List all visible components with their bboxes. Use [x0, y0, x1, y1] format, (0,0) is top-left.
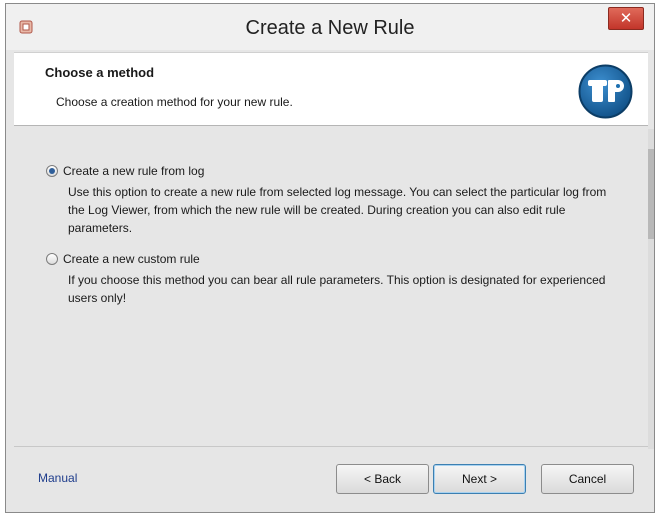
option-label[interactable]: Create a new rule from log: [63, 164, 204, 178]
header-subtitle: Choose a creation method for your new ru…: [56, 95, 293, 109]
scroll-thumb[interactable]: [648, 149, 654, 239]
scrollbar[interactable]: [648, 129, 654, 449]
close-button[interactable]: ✕: [608, 7, 644, 30]
wizard-header: Choose a method Choose a creation method…: [14, 52, 648, 126]
manual-link[interactable]: Manual: [38, 471, 77, 485]
option-description: If you choose this method you can bear a…: [68, 273, 606, 305]
close-icon: ✕: [619, 10, 633, 27]
next-button[interactable]: Next >: [433, 464, 526, 494]
radio-from-log[interactable]: [46, 165, 58, 177]
cancel-button[interactable]: Cancel: [541, 464, 634, 494]
footer-divider: [14, 446, 648, 447]
title-bar[interactable]: Create a New Rule ✕: [6, 4, 654, 50]
option-description: Use this option to create a new rule fro…: [68, 185, 607, 235]
dialog-window: Create a New Rule ✕ Choose a method Choo…: [5, 3, 655, 513]
radio-custom[interactable]: [46, 253, 58, 265]
logo-icon: [577, 63, 634, 120]
header-title: Choose a method: [45, 65, 155, 80]
back-button[interactable]: < Back: [336, 464, 429, 494]
window-title: Create a New Rule: [245, 17, 415, 39]
option-label[interactable]: Create a new custom rule: [63, 252, 200, 266]
